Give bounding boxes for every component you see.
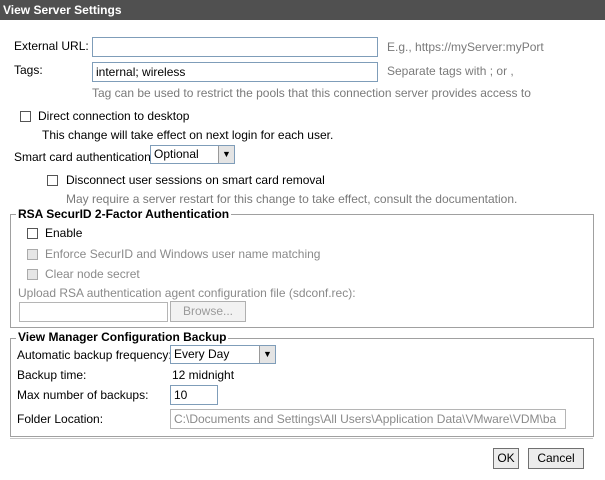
external-url-label: External URL: — [14, 39, 89, 53]
rsa-clear-secret-label: Clear node secret — [45, 267, 140, 281]
folder-location-input[interactable]: C:\Documents and Settings\All Users\Appl… — [170, 409, 566, 429]
backup-time-value: 12 midnight — [172, 368, 235, 382]
backup-frequency-label: Automatic backup frequency: — [17, 348, 172, 362]
max-backups-input[interactable]: 10 — [170, 385, 218, 405]
backup-legend: View Manager Configuration Backup — [16, 330, 229, 344]
rsa-clear-secret-checkbox[interactable] — [27, 269, 38, 280]
cancel-button[interactable]: Cancel — [528, 448, 584, 469]
max-backups-label: Max number of backups: — [17, 388, 149, 402]
dialog-title: View Server Settings — [0, 0, 605, 20]
external-url-input[interactable] — [92, 37, 378, 57]
direct-connection-checkbox[interactable] — [20, 111, 31, 122]
chevron-down-icon: ▼ — [259, 346, 275, 363]
tags-label: Tags: — [14, 63, 43, 77]
footer-divider — [10, 438, 593, 439]
rsa-enable-label: Enable — [45, 226, 83, 240]
rsa-enable-checkbox[interactable] — [27, 228, 38, 239]
smart-card-note: May require a server restart for this ch… — [66, 192, 518, 206]
rsa-enforce-checkbox[interactable] — [27, 249, 38, 260]
rsa-legend: RSA SecurID 2-Factor Authentication — [16, 207, 232, 221]
rsa-file-input[interactable] — [19, 302, 168, 322]
direct-connection-note: This change will take effect on next log… — [42, 128, 334, 142]
ok-button[interactable]: OK — [493, 448, 519, 469]
chevron-down-icon: ▼ — [218, 146, 234, 163]
folder-location-label: Folder Location: — [17, 412, 104, 426]
rsa-upload-label: Upload RSA authentication agent configur… — [18, 286, 356, 300]
rsa-enforce-label: Enforce SecurID and Windows user name ma… — [45, 247, 321, 261]
tags-input[interactable]: internal; wireless — [92, 62, 378, 82]
browse-button[interactable]: Browse... — [170, 301, 246, 322]
smart-card-label: Smart card authentication: — [14, 150, 155, 164]
backup-frequency-select[interactable]: Every Day ▼ — [170, 345, 276, 364]
tags-note: Tag can be used to restrict the pools th… — [92, 86, 531, 100]
disconnect-sessions-checkbox[interactable] — [47, 175, 58, 186]
backup-frequency-selected: Every Day — [174, 347, 230, 361]
tags-hint: Separate tags with ; or , — [387, 64, 514, 78]
external-url-hint: E.g., https://myServer:myPort — [387, 40, 544, 54]
disconnect-sessions-label: Disconnect user sessions on smart card r… — [66, 173, 325, 187]
direct-connection-label: Direct connection to desktop — [38, 109, 190, 123]
smart-card-select[interactable]: Optional ▼ — [150, 145, 235, 164]
backup-time-label: Backup time: — [17, 368, 87, 382]
smart-card-selected: Optional — [154, 147, 199, 161]
